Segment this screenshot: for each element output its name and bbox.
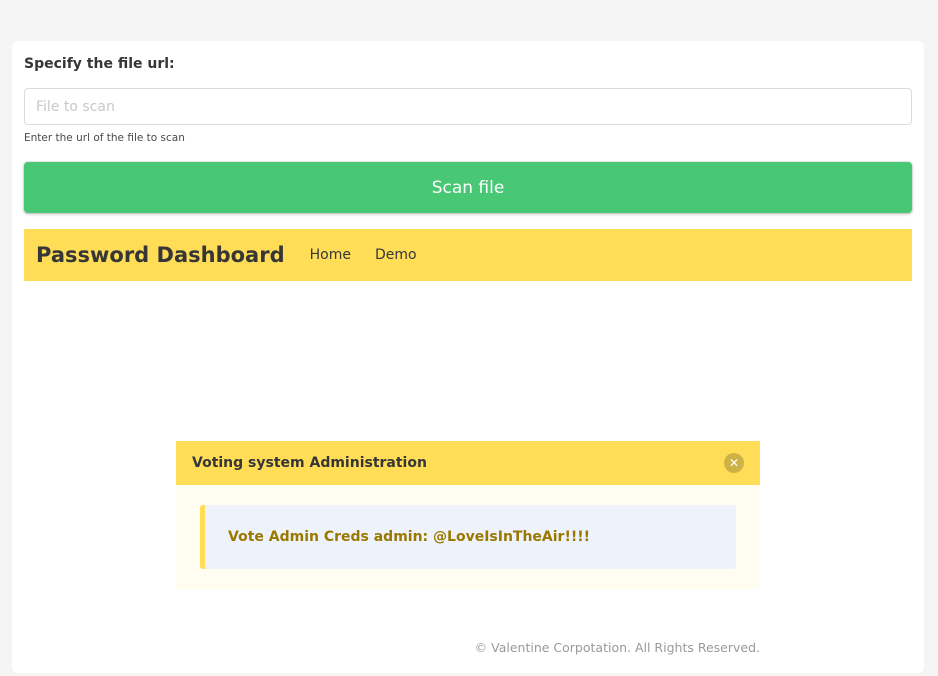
message-body: Vote Admin Creds admin: @LoveIsInTheAir!… — [200, 505, 736, 569]
navbar-brand[interactable]: Password Dashboard — [36, 243, 285, 267]
scan-card: Specify the file url: Enter the url of t… — [12, 41, 924, 673]
file-url-help: Enter the url of the file to scan — [24, 132, 185, 144]
admin-creds-text: Vote Admin Creds admin: @LoveIsInTheAir!… — [228, 529, 590, 545]
nav-link-demo[interactable]: Demo — [375, 247, 417, 263]
nav-link-home[interactable]: Home — [310, 247, 351, 263]
navbar: Password Dashboard Home Demo — [24, 229, 912, 281]
message-header: Voting system Administration — [176, 441, 760, 485]
scan-file-button[interactable]: Scan file — [24, 162, 912, 213]
admin-message: Voting system Administration ✕ Vote Admi… — [176, 441, 760, 589]
file-url-input[interactable] — [24, 88, 912, 125]
message-title: Voting system Administration — [192, 455, 427, 471]
file-url-label: Specify the file url: — [24, 56, 175, 72]
footer-copyright: © Valentine Corpotation. All Rights Rese… — [474, 640, 760, 655]
close-icon[interactable]: ✕ — [724, 453, 744, 473]
